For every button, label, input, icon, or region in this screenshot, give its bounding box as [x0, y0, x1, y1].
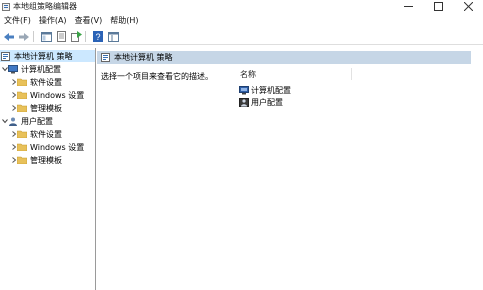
console-view-icon: [107, 31, 119, 42]
properties-button[interactable]: [55, 31, 67, 43]
export-list-button[interactable]: [70, 31, 82, 43]
tree-item-software-settings[interactable]: 软件设置: [10, 76, 62, 88]
chevron-right-icon[interactable]: [10, 157, 17, 163]
maximize-button[interactable]: [423, 0, 453, 13]
tree-item-admin-templates[interactable]: 管理模板: [10, 154, 62, 166]
details-header: 本地计算机 策略: [97, 51, 483, 64]
description-text: 选择一个项目来查看它的描述。: [101, 72, 213, 81]
tree-item-windows-settings[interactable]: Windows 设置: [10, 89, 84, 101]
close-icon: [463, 2, 473, 11]
forward-arrow-icon: [19, 32, 29, 41]
help-button[interactable]: ?: [92, 31, 104, 43]
chevron-right-icon[interactable]: [10, 131, 17, 137]
menu-view[interactable]: 查看(V): [71, 15, 107, 26]
tree-label: 管理模板: [30, 155, 62, 165]
console-tree: 本地计算机 策略 计算机配置 软件设置 Windows 设置 管理模板 用户配置…: [0, 48, 96, 290]
chevron-right-icon[interactable]: [10, 105, 17, 111]
folder-icon: [17, 143, 27, 152]
chevron-right-icon[interactable]: [10, 79, 17, 85]
tree-item-local-policy[interactable]: 本地计算机 策略: [0, 50, 95, 62]
chevron-right-icon[interactable]: [10, 144, 17, 150]
folder-icon: [17, 104, 27, 113]
menu-help[interactable]: 帮助(H): [106, 15, 142, 26]
column-header-name[interactable]: 名称: [237, 68, 352, 80]
document-icon: [56, 31, 66, 42]
user-icon: [8, 117, 18, 126]
column-label: 名称: [240, 69, 256, 79]
vertical-scrollbar[interactable]: [471, 48, 483, 290]
minimize-button[interactable]: [393, 0, 423, 13]
folder-icon: [17, 91, 27, 100]
back-arrow-icon: [4, 32, 14, 41]
tree-item-software-settings[interactable]: 软件设置: [10, 128, 62, 140]
policy-icon: [101, 53, 111, 62]
chevron-right-icon[interactable]: [10, 92, 17, 98]
toolbar-separator: [85, 31, 86, 42]
list-item-label: 计算机配置: [251, 86, 291, 95]
tree-item-admin-templates[interactable]: 管理模板: [10, 102, 62, 114]
tree-label: 软件设置: [30, 129, 62, 139]
computer-config-icon: [239, 86, 249, 95]
window-title: 本地组策略编辑器: [13, 2, 77, 11]
minimize-icon: [403, 6, 413, 7]
svg-text:?: ?: [95, 32, 100, 42]
menu-file[interactable]: 文件(F): [0, 15, 35, 26]
list-item-user-config[interactable]: 用户配置: [239, 97, 283, 108]
forward-button[interactable]: [18, 31, 30, 43]
tree-item-computer-config[interactable]: 计算机配置: [1, 63, 61, 75]
tree-label: Windows 设置: [30, 90, 85, 100]
folder-icon: [17, 78, 27, 87]
folder-icon: [17, 130, 27, 139]
list-item-computer-config[interactable]: 计算机配置: [239, 85, 291, 96]
tree-label: 用户配置: [21, 116, 53, 126]
details-title: 本地计算机 策略: [114, 53, 173, 62]
maximize-icon: [433, 2, 443, 11]
computer-icon: [8, 64, 18, 74]
back-button[interactable]: [3, 31, 15, 43]
view-button[interactable]: [107, 31, 119, 43]
export-icon: [70, 31, 82, 42]
menu-bar: 文件(F) 操作(A) 查看(V) 帮助(H): [0, 14, 483, 27]
list-item-label: 用户配置: [251, 98, 283, 107]
chevron-down-icon[interactable]: [1, 118, 8, 124]
console-tree-icon: [40, 31, 52, 42]
title-bar: 本地组策略编辑器: [0, 0, 483, 13]
tree-item-windows-settings[interactable]: Windows 设置: [10, 141, 84, 153]
toolbar: ?: [0, 29, 483, 45]
tree-label: 管理模板: [30, 103, 62, 113]
tree-label: 本地计算机 策略: [14, 51, 73, 61]
tree-item-user-config[interactable]: 用户配置: [1, 115, 53, 127]
menu-action[interactable]: 操作(A): [35, 15, 71, 26]
policy-icon: [1, 51, 11, 61]
tree-label: Windows 设置: [30, 142, 85, 152]
close-button[interactable]: [453, 0, 483, 13]
toolbar-separator: [33, 31, 34, 42]
user-config-icon: [239, 98, 249, 107]
tree-label: 计算机配置: [21, 64, 61, 74]
tree-label: 软件设置: [30, 77, 62, 87]
show-hide-tree-button[interactable]: [40, 31, 52, 43]
help-icon: ?: [93, 31, 103, 42]
window-controls: [393, 0, 483, 13]
chevron-down-icon[interactable]: [1, 66, 8, 72]
folder-icon: [17, 156, 27, 165]
policy-editor-icon: [2, 2, 10, 11]
